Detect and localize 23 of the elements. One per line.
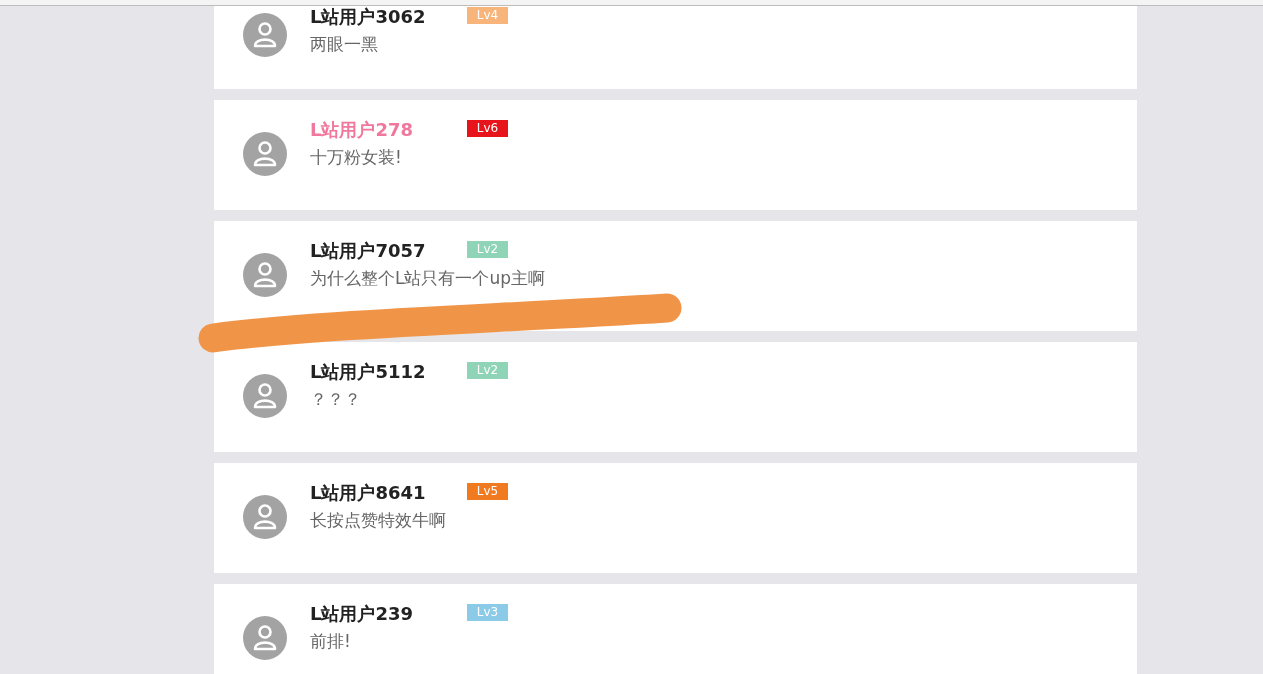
- comment-text: 十万粉女装!: [310, 146, 403, 168]
- level-badge: Lv4: [467, 7, 508, 24]
- username[interactable]: L站用户239: [310, 603, 467, 625]
- username[interactable]: L站用户5112: [310, 361, 467, 383]
- user-avatar-icon: [243, 374, 287, 418]
- username[interactable]: L站用户8641: [310, 482, 467, 504]
- username[interactable]: L站用户7057: [310, 240, 467, 262]
- level-badge: Lv2: [467, 362, 508, 379]
- level-badge: Lv2: [467, 241, 508, 258]
- comment-text: 两眼一黑: [310, 33, 379, 55]
- comment-text: ？？？: [310, 388, 362, 410]
- comment-text: 为什么整个L站只有一个up主啊: [310, 267, 546, 289]
- level-badge: Lv5: [467, 483, 508, 500]
- username[interactable]: L站用户3062: [310, 6, 467, 28]
- level-badge: Lv6: [467, 120, 508, 137]
- comment-text: 长按点赞特效牛啊: [310, 509, 447, 531]
- comment-text: 前排!: [310, 630, 352, 652]
- user-avatar-icon: [243, 132, 287, 176]
- user-avatar-icon: [243, 13, 287, 57]
- user-avatar-icon: [243, 495, 287, 539]
- user-avatar-icon: [243, 616, 287, 660]
- user-avatar-icon: [243, 253, 287, 297]
- level-badge: Lv3: [467, 604, 508, 621]
